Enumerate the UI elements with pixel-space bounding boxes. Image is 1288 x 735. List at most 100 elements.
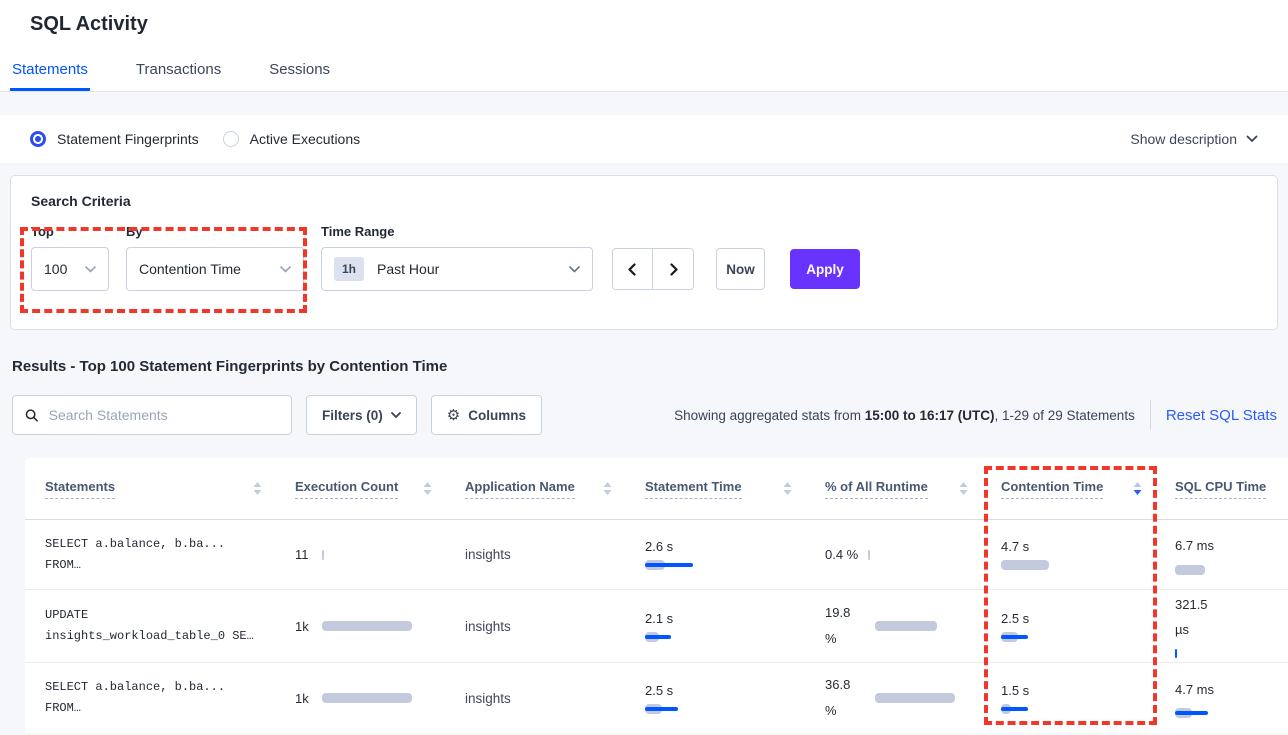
execution-count-cell: 1k [295, 619, 465, 634]
column-header-statement-time[interactable]: Statement Time [645, 479, 825, 499]
radio-active-executions[interactable]: Active Executions [223, 131, 361, 147]
chevron-down-icon [1246, 135, 1258, 143]
application-name-cell: insights [465, 691, 645, 706]
runtime-pct-cell: 0.4 % [825, 542, 1001, 568]
search-statements-input[interactable] [49, 407, 279, 423]
time-range-field: Time Range 1h Past Hour [321, 224, 593, 291]
show-description-label: Show description [1130, 131, 1237, 147]
tab-statements[interactable]: Statements [10, 61, 90, 91]
sql-cpu-time-bar [1175, 649, 1177, 659]
top-label: Top [31, 224, 109, 239]
chevron-down-icon [391, 412, 401, 419]
chevron-down-icon [280, 266, 291, 273]
statement-time-cell: 2.5 s [645, 683, 825, 714]
results-controls: Filters (0) ⚙ Columns Showing aggregated… [12, 395, 1277, 435]
column-header-application-name[interactable]: Application Name [465, 479, 645, 499]
sort-icon [603, 482, 612, 495]
sort-icon [423, 482, 432, 495]
sql-cpu-time-cell: 4.7 ms [1175, 678, 1288, 719]
runtime-pct-cell: 19.8 % [825, 600, 1001, 652]
chevron-down-icon [569, 266, 580, 273]
table-row: SELECT a.balance, b.ba... FROM… 11 insig… [25, 520, 1288, 590]
radio-selected-icon [30, 131, 46, 147]
tab-sessions[interactable]: Sessions [267, 61, 332, 91]
contention-time-bar [1001, 560, 1049, 570]
table-row: SELECT a.balance, b.ba... FROM… 1k insig… [25, 663, 1288, 733]
page-title: SQL Activity [30, 13, 1288, 36]
radio-statement-fingerprints[interactable]: Statement Fingerprints [30, 131, 199, 147]
statement-time-bar [645, 632, 671, 642]
chevron-down-icon [85, 266, 96, 273]
execution-count-bar [322, 693, 412, 703]
view-toggle-group: Statement Fingerprints Active Executions [30, 131, 384, 147]
tab-transactions[interactable]: Transactions [134, 61, 223, 91]
view-toggle-bar: Statement Fingerprints Active Executions… [0, 115, 1288, 163]
time-range-select[interactable]: 1h Past Hour [321, 247, 593, 291]
chevron-right-icon [667, 263, 680, 276]
show-description-toggle[interactable]: Show description [1130, 131, 1258, 147]
radio-label: Statement Fingerprints [57, 131, 199, 147]
filters-button[interactable]: Filters (0) [306, 395, 417, 435]
column-header-runtime-pct[interactable]: % of All Runtime [825, 479, 1001, 499]
application-name-cell: insights [465, 547, 645, 562]
columns-label: Columns [468, 408, 526, 423]
results-heading: Results - Top 100 Statement Fingerprints… [12, 358, 1288, 375]
time-range-badge: 1h [334, 257, 364, 281]
statements-table: Statements Execution Count Application N… [25, 458, 1288, 733]
aggregated-stats-text: Showing aggregated stats from 15:00 to 1… [674, 408, 1135, 423]
stats-time-range: 15:00 to 16:17 (UTC) [865, 408, 995, 423]
application-name-cell: insights [465, 619, 645, 634]
column-header-sql-cpu-time[interactable]: SQL CPU Time [1175, 479, 1288, 499]
column-header-statements[interactable]: Statements [45, 479, 295, 499]
by-select[interactable]: Contention Time [126, 247, 304, 291]
table-row: UPDATE insights_workload_table_0 SE… 1k … [25, 590, 1288, 663]
contention-time-cell: 2.5 s [1001, 611, 1175, 642]
sql-cpu-time-bar [1175, 708, 1208, 718]
search-criteria-heading: Search Criteria [31, 193, 1257, 209]
contention-time-bar [1001, 704, 1028, 714]
top-select[interactable]: 100 [31, 247, 109, 291]
execution-count-bar [322, 621, 412, 631]
sort-icon [783, 482, 792, 495]
reset-sql-stats-link[interactable]: Reset SQL Stats [1166, 407, 1277, 424]
page-header: SQL Activity Statements Transactions Ses… [0, 0, 1288, 92]
columns-button[interactable]: ⚙ Columns [431, 395, 542, 435]
tab-bar: Statements Transactions Sessions [10, 61, 1288, 91]
filters-label: Filters (0) [322, 408, 383, 423]
sql-cpu-time-cell: 321.5 µs [1175, 593, 1288, 658]
statement-time-cell: 2.6 s [645, 539, 825, 570]
next-time-button[interactable] [653, 249, 693, 289]
runtime-pct-bar [868, 550, 870, 560]
time-range-value: Past Hour [377, 261, 439, 277]
gear-icon: ⚙ [447, 408, 460, 423]
sql-cpu-time-cell: 6.7 ms [1175, 534, 1288, 575]
apply-button[interactable]: Apply [790, 249, 860, 289]
search-icon [25, 408, 39, 423]
statement-link[interactable]: SELECT a.balance, b.ba... FROM… [45, 677, 295, 719]
statement-link[interactable]: SELECT a.balance, b.ba... FROM… [45, 534, 295, 576]
search-criteria-panel: Search Criteria Top 100 By Contention Ti… [10, 175, 1278, 330]
contention-time-cell: 4.7 s [1001, 539, 1175, 570]
execution-count-cell: 11 [295, 547, 465, 562]
time-step-buttons [612, 248, 694, 290]
sort-icon-active-desc [1133, 482, 1142, 495]
statement-link[interactable]: UPDATE insights_workload_table_0 SE… [45, 605, 295, 647]
now-button[interactable]: Now [716, 248, 765, 290]
statement-time-bar [645, 560, 693, 570]
divider [1150, 400, 1151, 430]
radio-label: Active Executions [250, 131, 361, 147]
contention-time-bar [1001, 632, 1028, 642]
sql-cpu-time-bar [1175, 565, 1205, 575]
previous-time-button[interactable] [613, 249, 653, 289]
by-field: By Contention Time [126, 224, 304, 291]
runtime-pct-bar [875, 693, 955, 703]
table-header-row: Statements Execution Count Application N… [25, 458, 1288, 520]
chevron-left-icon [626, 263, 639, 276]
execution-count-cell: 1k [295, 691, 465, 706]
column-header-contention-time[interactable]: Contention Time [1001, 479, 1175, 499]
execution-count-bar [322, 550, 324, 560]
runtime-pct-cell: 36.8 % [825, 672, 1001, 724]
contention-time-cell: 1.5 s [1001, 683, 1175, 714]
column-header-execution-count[interactable]: Execution Count [295, 479, 465, 499]
top-select-value: 100 [44, 261, 67, 277]
